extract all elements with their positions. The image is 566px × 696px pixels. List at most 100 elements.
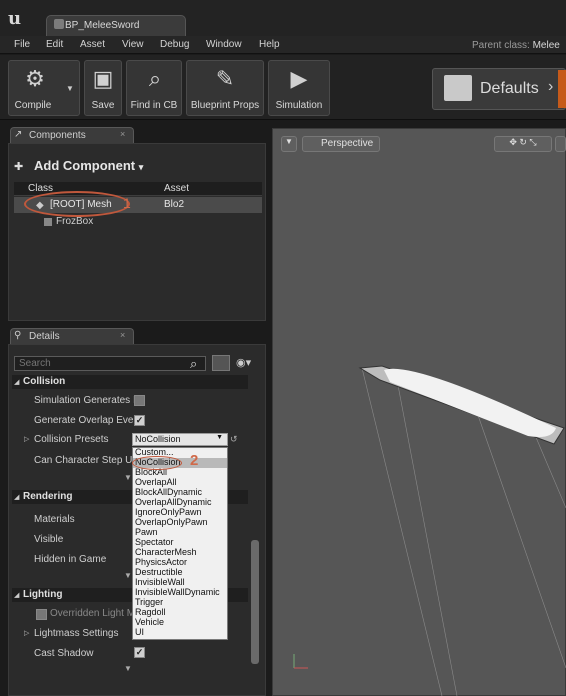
document-tab[interactable]: BP_MeleeSword <box>46 15 186 36</box>
parent-class-label: Parent class: Melee <box>472 40 560 51</box>
section-label: Collision <box>23 376 66 387</box>
find-in-cb-label: Find in CB <box>130 100 178 111</box>
expand-icon[interactable]: ▷ <box>24 435 29 443</box>
dropdown-option[interactable]: PhysicsActor <box>135 557 187 567</box>
cast-shadow-checkbox[interactable]: ✓ <box>134 647 145 658</box>
component-name: FrozBox <box>56 216 94 227</box>
dropdown-option[interactable]: BlockAllDynamic <box>135 487 202 497</box>
component-asset: Blo2 <box>164 199 185 210</box>
prop-materials: Materials <box>34 514 75 525</box>
prop-simulation-generates: Simulation Generates I <box>34 395 136 406</box>
prop-collision-presets: Collision Presets <box>34 434 109 445</box>
expand-more-icon[interactable]: ▼ <box>124 664 132 673</box>
select-value: NoCollision <box>135 434 181 444</box>
axis-widget-icon <box>293 654 308 669</box>
sword-mesh <box>358 365 565 445</box>
generate-overlap-checkbox[interactable]: ✓ <box>134 415 145 426</box>
parent-class-value: Melee <box>532 40 560 51</box>
tab-details[interactable]: Details <box>10 328 134 344</box>
box-icon <box>44 218 52 226</box>
close-icon[interactable]: × <box>120 129 125 139</box>
prop-can-character-step: Can Character Step Up <box>34 455 138 466</box>
dropdown-option[interactable]: OverlapAllDynamic <box>135 497 212 507</box>
simulation-icon: ▶ <box>290 66 308 91</box>
expand-more-icon[interactable]: ▼ <box>124 473 132 482</box>
dropdown-option[interactable]: OverlapAll <box>135 477 177 487</box>
menu-asset[interactable]: Asset <box>80 39 105 50</box>
annotation-circle <box>132 456 182 470</box>
menu-edit[interactable]: Edit <box>46 39 63 50</box>
prop-override-light: Overridden Light M <box>50 608 136 619</box>
add-component-button[interactable]: Add Component ▾ <box>34 158 143 173</box>
prop-visible: Visible <box>34 534 64 545</box>
collapse-icon: ◢ <box>14 494 20 501</box>
dropdown-option[interactable]: CharacterMesh <box>135 547 197 557</box>
annotation-2: 2 <box>190 452 199 469</box>
gear-icon: ⚙ <box>25 66 45 91</box>
viewport-scene <box>293 365 566 696</box>
blueprint-props-icon: ✎ <box>215 66 235 91</box>
section-label: Lighting <box>23 589 63 600</box>
dropdown-option[interactable]: Destructible <box>135 567 183 577</box>
unreal-logo-icon: u <box>8 8 22 29</box>
search-input[interactable] <box>14 356 206 371</box>
details-tab-label: Details <box>29 331 60 342</box>
save-icon: ▣ <box>92 66 114 91</box>
defaults-icon <box>444 75 472 101</box>
annotation-1: 1 <box>123 195 131 211</box>
prop-lightmass-settings: Lightmass Settings <box>34 628 119 639</box>
collapse-icon: ◢ <box>14 379 20 386</box>
document-tab-label: BP_MeleeSword <box>65 20 140 31</box>
menu-debug[interactable]: Debug <box>160 39 189 50</box>
column-asset[interactable]: Asset <box>164 183 189 194</box>
defaults-label: Defaults <box>480 80 539 97</box>
menu-help[interactable]: Help <box>259 39 280 50</box>
details-scrollbar[interactable] <box>251 540 259 664</box>
menu-view[interactable]: View <box>122 39 144 50</box>
blueprint-icon <box>54 19 64 29</box>
simulation-generates-checkbox[interactable] <box>134 395 145 406</box>
compile-label: Compile <box>14 100 52 111</box>
add-component-label: Add Component <box>34 158 136 173</box>
components-icon: ↗ <box>14 129 23 140</box>
collision-presets-select[interactable]: NoCollision ▼ <box>132 433 228 446</box>
dropdown-option[interactable]: Trigger <box>135 597 163 607</box>
collapse-icon: ◢ <box>14 592 20 599</box>
prop-generate-overlap: Generate Overlap Even <box>34 415 140 426</box>
section-label: Rendering <box>23 491 73 502</box>
prop-hidden-in-game: Hidden in Game <box>34 554 107 565</box>
chevron-down-icon[interactable]: ▼ <box>66 84 74 93</box>
magnifier-icon: ⌕ <box>148 66 162 91</box>
dropdown-option[interactable]: Ragdoll <box>135 607 166 617</box>
dropdown-option[interactable]: InvisibleWall <box>135 577 185 587</box>
menu-window[interactable]: Window <box>206 39 242 50</box>
chevron-right-icon: › <box>548 78 554 95</box>
tab-components[interactable]: Components <box>10 127 134 143</box>
add-component-icon: ✚ <box>14 161 24 173</box>
dropdown-option[interactable]: InvisibleWallDynamic <box>135 587 220 597</box>
menu-file[interactable]: File <box>14 39 30 50</box>
floor-grid <box>361 367 566 696</box>
dropdown-option[interactable]: Vehicle <box>135 617 164 627</box>
prop-cast-shadow: Cast Shadow <box>34 648 94 659</box>
blueprint-props-label: Blueprint Props <box>190 100 260 111</box>
reset-icon[interactable]: ↺ <box>230 434 238 445</box>
mode-accent <box>558 70 566 108</box>
dropdown-option[interactable]: IgnoreOnlyPawn <box>135 507 202 517</box>
expand-more-icon[interactable]: ▼ <box>124 571 132 580</box>
save-label: Save <box>91 100 115 111</box>
details-icon: ⚲ <box>14 330 22 341</box>
property-matrix-icon[interactable] <box>212 355 230 371</box>
simulation-label: Simulation <box>275 100 323 111</box>
section-collision[interactable]: Collision <box>12 375 248 389</box>
components-tab-label: Components <box>29 130 86 141</box>
expand-icon[interactable]: ▷ <box>24 629 29 637</box>
dropdown-option[interactable]: Pawn <box>135 527 158 537</box>
dropdown-option[interactable]: Spectator <box>135 537 174 547</box>
dropdown-option[interactable]: OverlapOnlyPawn <box>135 517 208 527</box>
search-icon[interactable]: ⌕ <box>190 356 197 372</box>
eye-icon[interactable]: ◉▾ <box>236 356 251 369</box>
dropdown-option[interactable]: UI <box>135 627 144 637</box>
override-light-checkbox[interactable] <box>36 609 47 620</box>
close-icon[interactable]: × <box>120 330 125 340</box>
